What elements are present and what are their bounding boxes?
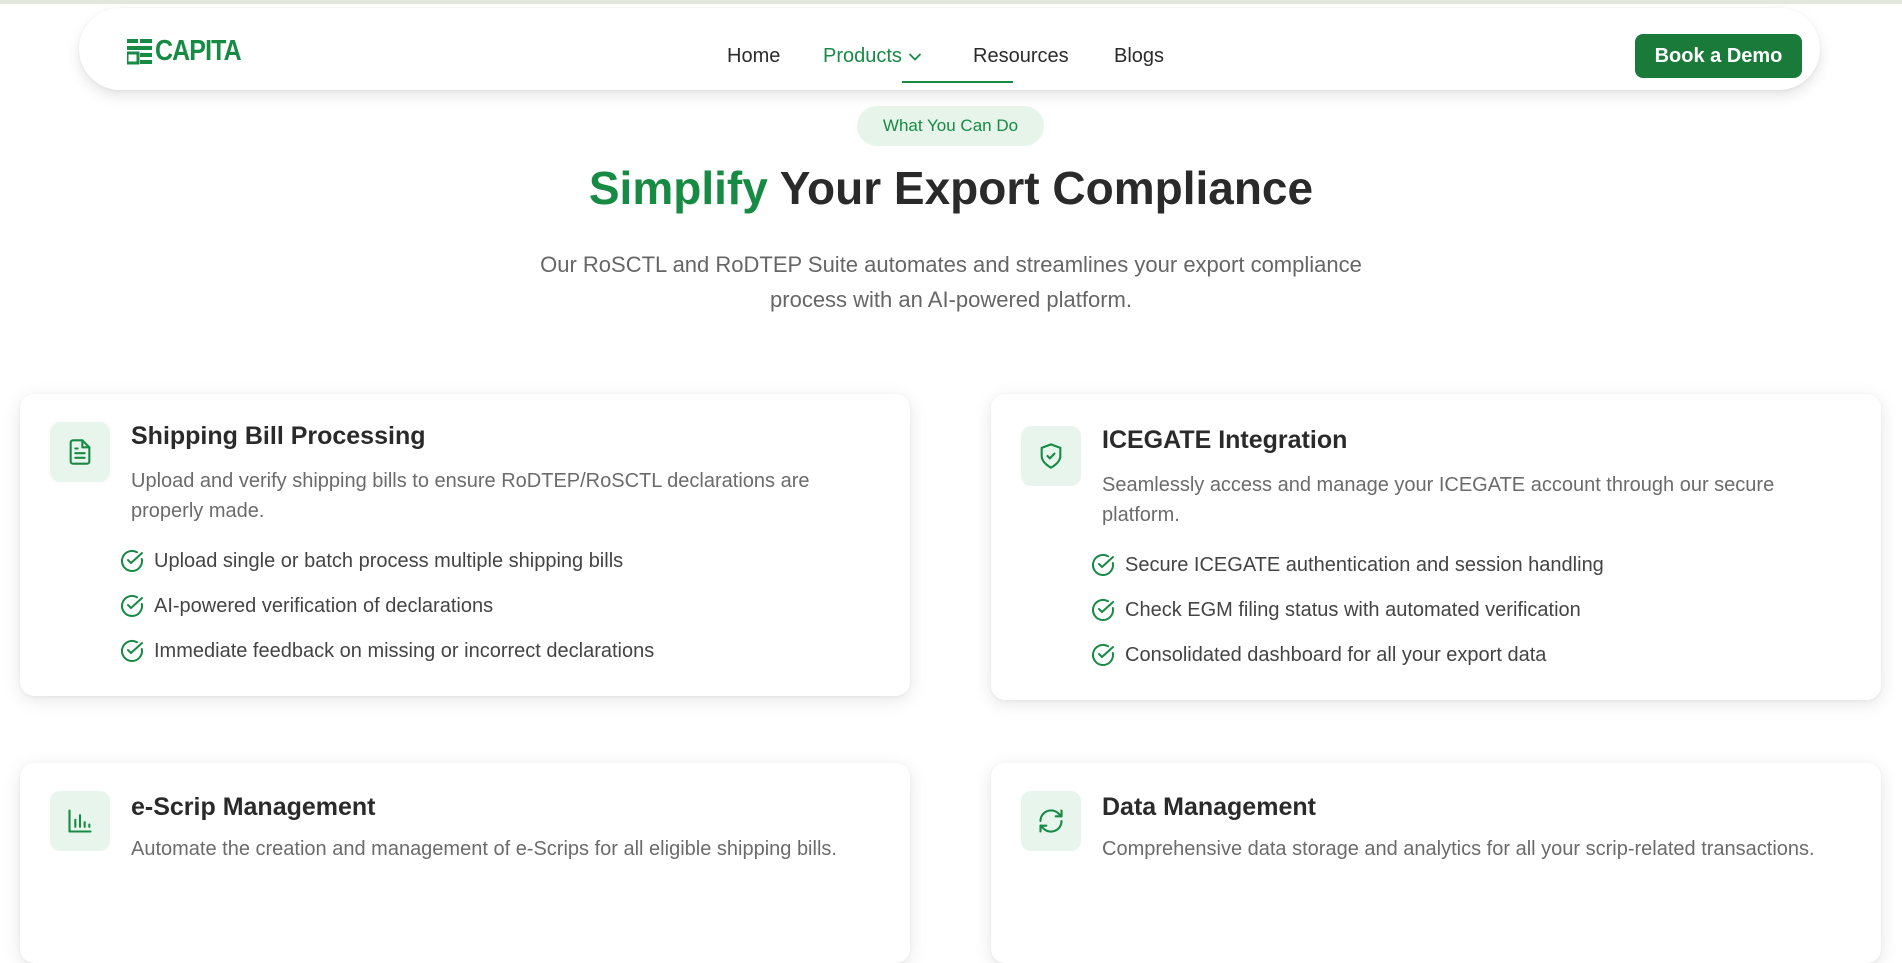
logo-text: CAPITA — [155, 35, 242, 67]
feature-item: Check EGM filing status with automated v… — [1091, 595, 1581, 625]
check-circle-icon — [121, 549, 143, 572]
book-demo-button[interactable]: Book a Demo — [1635, 34, 1802, 78]
check-circle-icon — [121, 639, 143, 662]
top-border — [0, 0, 1902, 4]
card-icegate: ICEGATE Integration Seamlessly access an… — [991, 394, 1881, 700]
nav-resources[interactable]: Resources — [973, 44, 1069, 68]
nav-home[interactable]: Home — [727, 44, 780, 68]
feature-text: AI-powered verification of declarations — [154, 594, 494, 617]
card-description: Automate the creation and management of … — [131, 838, 837, 860]
title-rest: Your Export Compliance — [767, 162, 1314, 214]
nav-active-underline — [902, 81, 1013, 83]
logo-mark-icon — [127, 39, 152, 65]
refresh-icon — [1021, 791, 1081, 851]
card-shipping-bill: Shipping Bill Processing Upload and veri… — [20, 394, 910, 696]
card-escrip: e-Scrip Management Automate the creation… — [20, 763, 910, 963]
section-pill: What You Can Do — [857, 106, 1044, 146]
nav-products[interactable]: Products — [823, 44, 922, 68]
logo[interactable]: CAPITA — [127, 36, 255, 66]
shield-check-icon — [1021, 426, 1081, 486]
nav-blogs[interactable]: Blogs — [1114, 44, 1164, 68]
feature-text: Check EGM filing status with automated v… — [1125, 598, 1581, 621]
card-description: Comprehensive data storage and analytics… — [1102, 838, 1815, 860]
check-circle-icon — [1092, 643, 1114, 666]
title-highlight: Simplify — [588, 162, 768, 214]
feature-text: Upload single or batch process multiple … — [154, 549, 624, 572]
bar-chart-icon — [50, 791, 110, 851]
feature-item: Upload single or batch process multiple … — [120, 546, 623, 576]
feature-item: Secure ICEGATE authentication and sessio… — [1091, 550, 1604, 580]
nav-products-label: Products — [823, 45, 902, 67]
card-title: Data Management — [1102, 793, 1316, 821]
check-circle-icon — [1092, 553, 1114, 576]
feature-item: Immediate feedback on missing or incorre… — [120, 636, 654, 666]
feature-text: Immediate feedback on missing or incorre… — [154, 639, 655, 662]
card-title: e-Scrip Management — [131, 793, 376, 821]
check-circle-icon — [121, 594, 143, 617]
card-description: Seamlessly access and manage your ICEGAT… — [1102, 474, 1775, 526]
page-title: Simplify Your Export Compliance — [0, 160, 1902, 216]
feature-item: AI-powered verification of declarations — [120, 591, 493, 621]
page-subtitle: Our RoSCTL and RoDTEP Suite automates an… — [540, 252, 1362, 312]
feature-text: Secure ICEGATE authentication and sessio… — [1125, 553, 1604, 576]
feature-text: Consolidated dashboard for all your expo… — [1125, 643, 1547, 666]
navbar: CAPITA Home Products Resources Blogs Boo… — [79, 8, 1820, 90]
document-icon — [50, 422, 110, 482]
chevron-down-icon — [909, 53, 921, 61]
card-data-management: Data Management Comprehensive data stora… — [991, 763, 1881, 963]
card-title: Shipping Bill Processing — [131, 422, 426, 450]
card-title: ICEGATE Integration — [1102, 426, 1348, 454]
card-description: Upload and verify shipping bills to ensu… — [131, 470, 810, 522]
check-circle-icon — [1092, 598, 1114, 621]
feature-item: Consolidated dashboard for all your expo… — [1091, 640, 1546, 670]
